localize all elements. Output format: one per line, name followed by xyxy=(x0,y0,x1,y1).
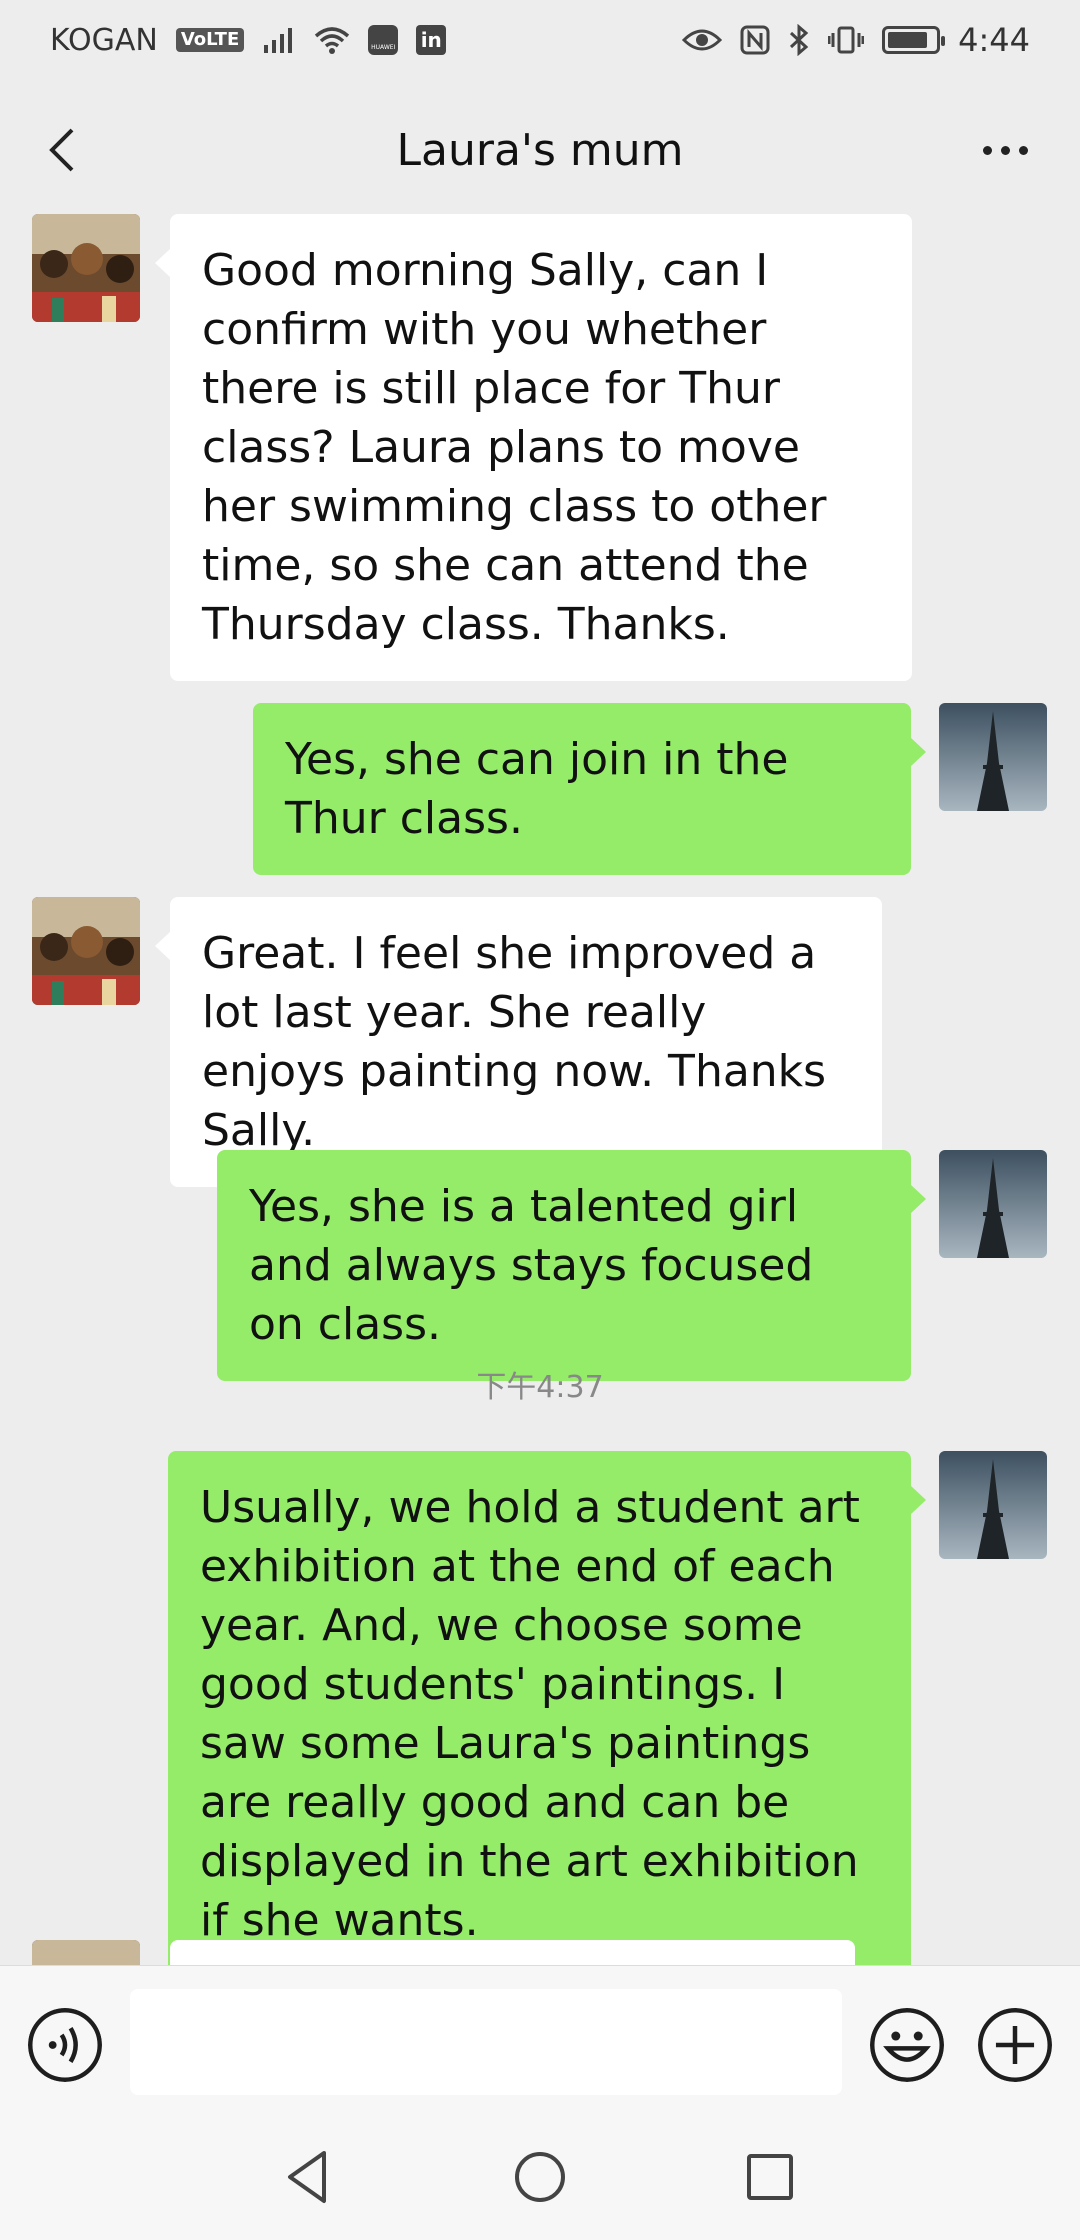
incoming-bubble[interactable]: Good morning Sally, can I confirm with y… xyxy=(155,214,912,681)
contact-avatar[interactable] xyxy=(32,1940,140,1965)
system-nav-bar xyxy=(0,2115,1080,2240)
linkedin-icon: in xyxy=(416,25,447,55)
carrier-name: KOGAN xyxy=(50,22,158,58)
battery-fill xyxy=(888,32,928,48)
outgoing-bubble[interactable]: Yes, she is a talented girl and always s… xyxy=(217,1150,926,1381)
voice-icon[interactable] xyxy=(28,2008,102,2082)
chat-area[interactable]: Good morning Sally, can I confirm with y… xyxy=(0,210,1080,1965)
incoming-bubble[interactable]: Great. I feel she improved a lot last ye… xyxy=(155,897,882,1187)
linkedin-label: in xyxy=(420,28,442,52)
outgoing-bubble[interactable]: Yes, she can join in the Thur class. xyxy=(253,703,926,875)
status-bar: KOGAN VoLTE HUAWEI in 4:44 xyxy=(0,0,1080,80)
huawei-app-label: HUAWEI xyxy=(371,44,396,51)
incoming-bubble[interactable] xyxy=(170,1940,855,1965)
volte-badge: VoLTE xyxy=(175,28,245,52)
chat-header: Laura's mum xyxy=(0,90,1080,210)
nav-back-icon[interactable] xyxy=(276,2145,340,2209)
chat-title: Laura's mum xyxy=(396,124,684,176)
eye-icon xyxy=(682,29,723,51)
emoji-icon[interactable] xyxy=(870,2008,944,2082)
wifi-icon xyxy=(315,27,350,54)
battery-icon xyxy=(882,26,946,54)
my-avatar[interactable] xyxy=(939,1451,1047,1559)
bluetooth-icon xyxy=(790,24,809,56)
status-time: 4:44 xyxy=(958,21,1030,59)
signal-icon xyxy=(264,28,293,53)
outgoing-bubble[interactable]: Usually, we hold a student art exhibitio… xyxy=(168,1451,926,1965)
vibrate-icon xyxy=(828,26,865,54)
nfc-icon xyxy=(740,25,770,55)
back-icon[interactable] xyxy=(36,120,96,180)
huawei-app-icon: HUAWEI xyxy=(368,25,399,55)
contact-avatar[interactable] xyxy=(32,897,140,1005)
message-input[interactable] xyxy=(130,1989,842,2095)
nav-recent-apps-icon[interactable] xyxy=(738,2145,802,2209)
nav-home-icon[interactable] xyxy=(508,2145,572,2209)
status-left: KOGAN VoLTE HUAWEI in xyxy=(50,22,447,58)
input-bar xyxy=(0,1965,1080,2115)
my-avatar[interactable] xyxy=(939,703,1047,811)
message-timestamp: 下午4:37 xyxy=(476,1370,604,1405)
contact-avatar[interactable] xyxy=(32,214,140,322)
status-right: 4:44 xyxy=(682,21,1030,59)
more-options-icon[interactable] xyxy=(970,120,1040,180)
plus-icon[interactable] xyxy=(978,2008,1052,2082)
my-avatar[interactable] xyxy=(939,1150,1047,1258)
